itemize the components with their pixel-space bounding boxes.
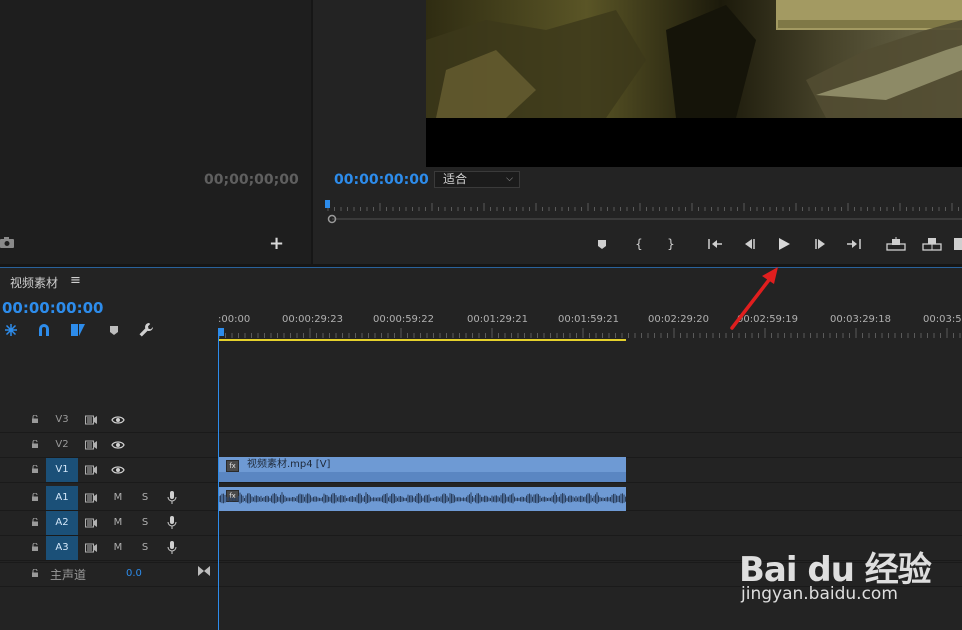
sync-lock-icon[interactable] xyxy=(85,440,97,450)
mute-button[interactable]: M xyxy=(112,486,124,510)
audio-waveform xyxy=(219,492,626,504)
lock-icon[interactable] xyxy=(31,465,39,473)
track-header: A2 M S xyxy=(0,511,218,535)
program-timecode[interactable]: 00:00:00:00 xyxy=(334,172,429,188)
sync-lock-icon[interactable] xyxy=(85,465,97,475)
ruler-label: 00:03:29:18 xyxy=(830,314,891,325)
eye-icon[interactable] xyxy=(111,415,125,425)
playhead-handle[interactable] xyxy=(218,328,224,336)
program-time-ruler[interactable] xyxy=(320,198,962,214)
sync-lock-icon[interactable] xyxy=(85,493,97,503)
eye-icon[interactable] xyxy=(111,465,125,475)
panel-menu-icon[interactable]: ≡ xyxy=(70,273,81,288)
source-timecode[interactable]: 00;00;00;00 xyxy=(204,172,299,188)
wrench-icon[interactable] xyxy=(138,322,154,338)
track-row-v2: V2 xyxy=(0,433,962,458)
solo-button[interactable]: S xyxy=(139,486,151,510)
microphone-icon[interactable] xyxy=(167,491,177,505)
program-zoom-scrollbar[interactable] xyxy=(320,214,962,224)
timeline-timecode[interactable]: 00:00:00:00 xyxy=(2,299,104,317)
microphone-icon[interactable] xyxy=(167,516,177,530)
ruler-label: :00:00 xyxy=(218,314,250,325)
add-button[interactable]: + xyxy=(269,235,284,253)
source-monitor-panel xyxy=(0,0,311,264)
chevron-down-icon: ⌵ xyxy=(506,174,513,184)
solo-button[interactable]: S xyxy=(139,536,151,560)
track-target-v1[interactable]: V1 xyxy=(46,458,78,482)
go-to-in-icon[interactable] xyxy=(707,236,723,252)
track-target-v2[interactable]: V2 xyxy=(46,433,78,457)
play-icon[interactable] xyxy=(777,236,791,252)
mark-out-button[interactable]: } xyxy=(665,236,677,252)
ruler-label: 00:01:59:21 xyxy=(558,314,619,325)
extract-icon[interactable] xyxy=(922,236,942,252)
step-back-icon[interactable] xyxy=(742,236,756,252)
snap-magnet-icon[interactable] xyxy=(36,322,52,338)
master-track-label: 主声道 xyxy=(50,568,87,582)
add-marker-icon[interactable] xyxy=(106,322,122,338)
sync-lock-icon[interactable] xyxy=(85,543,97,553)
go-to-edit-point-icon[interactable] xyxy=(198,566,210,576)
video-clip-body xyxy=(219,472,626,482)
track-row-v3: V3 xyxy=(0,408,962,433)
eye-icon[interactable] xyxy=(111,440,125,450)
mark-in-button[interactable]: { xyxy=(633,236,645,252)
track-target-a2[interactable]: A2 xyxy=(46,511,78,535)
sync-lock-icon[interactable] xyxy=(85,518,97,528)
playhead-line[interactable] xyxy=(218,330,219,630)
export-frame-icon[interactable] xyxy=(954,238,962,250)
camera-icon[interactable] xyxy=(0,236,14,248)
track-header: A3 M S xyxy=(0,536,218,560)
program-video-frame xyxy=(426,0,962,167)
lock-icon[interactable] xyxy=(31,518,39,526)
sequence-tab-title[interactable]: 视频素材 xyxy=(10,274,58,291)
mute-button[interactable]: M xyxy=(112,536,124,560)
linked-selection-icon[interactable] xyxy=(70,322,86,338)
track-target-v3[interactable]: V3 xyxy=(46,408,78,432)
ruler-label: 00:03:59 xyxy=(923,314,962,325)
go-to-out-icon[interactable] xyxy=(846,236,862,252)
ruler-label: 00:02:29:20 xyxy=(648,314,709,325)
video-frame-image xyxy=(426,0,962,167)
lock-icon[interactable] xyxy=(31,440,39,448)
track-header: A1 M S xyxy=(0,486,218,510)
watermark-url: jingyan.baidu.com xyxy=(741,584,898,604)
track-target-a1[interactable]: A1 xyxy=(46,486,78,510)
mute-button[interactable]: M xyxy=(112,511,124,535)
video-clip[interactable]: fx 视频素材.mp4 [V] xyxy=(219,457,626,482)
nest-sequence-icon[interactable] xyxy=(3,322,19,338)
master-volume-value[interactable]: 0.0 xyxy=(126,568,142,579)
baidu-watermark: Bai du 经验 jingyan.baidu.com xyxy=(735,528,955,618)
lock-icon[interactable] xyxy=(31,543,39,551)
track-header: V2 xyxy=(0,433,218,457)
active-panel-outline xyxy=(0,267,962,268)
lock-icon[interactable] xyxy=(31,569,39,577)
annotation-arrow xyxy=(730,267,778,330)
fx-badge: fx xyxy=(226,460,239,472)
lift-icon[interactable] xyxy=(886,236,906,252)
timeline-time-ruler[interactable]: :00:00 00:00:29:23 00:00:59:22 00:01:29:21 0… xyxy=(218,308,962,344)
track-header: V1 xyxy=(0,458,218,482)
sync-lock-icon[interactable] xyxy=(85,415,97,425)
zoom-level-select[interactable]: 适合 ⌵ xyxy=(434,171,520,188)
audio-clip[interactable]: fx xyxy=(219,487,626,511)
program-playhead[interactable] xyxy=(325,200,330,208)
ruler-label: 00:00:59:22 xyxy=(373,314,434,325)
ruler-label: 00:00:29:23 xyxy=(282,314,343,325)
ruler-label: 00:01:29:21 xyxy=(467,314,528,325)
lock-icon[interactable] xyxy=(31,493,39,501)
add-marker-icon[interactable] xyxy=(596,236,608,252)
step-forward-icon[interactable] xyxy=(814,236,828,252)
lock-icon[interactable] xyxy=(31,415,39,423)
track-header: V3 xyxy=(0,408,218,432)
microphone-icon[interactable] xyxy=(167,541,177,555)
zoom-level-value: 适合 xyxy=(443,172,468,186)
solo-button[interactable]: S xyxy=(139,511,151,535)
track-target-a3[interactable]: A3 xyxy=(46,536,78,560)
video-clip-label: 视频素材.mp4 [V] xyxy=(247,459,331,470)
